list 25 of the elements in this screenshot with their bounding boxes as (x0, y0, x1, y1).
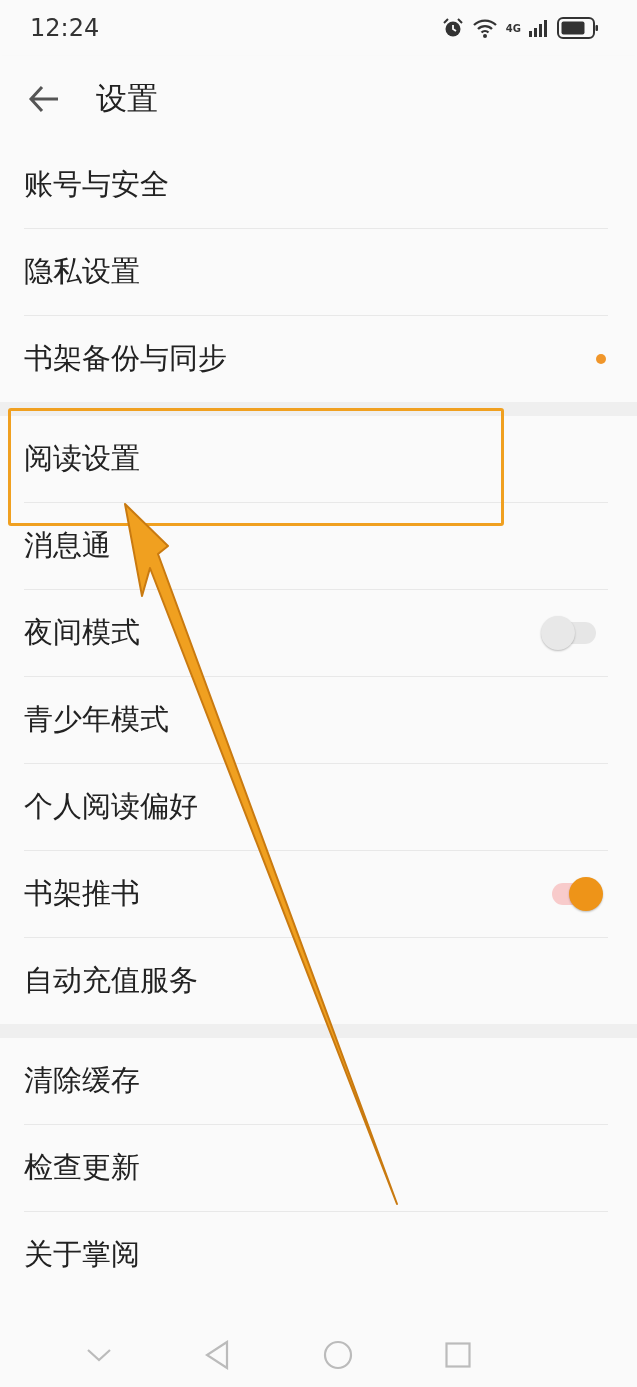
signal-icon (529, 19, 549, 37)
settings-item[interactable]: 书架推书 (24, 874, 140, 914)
settings-item[interactable]: 隐私设置 (24, 252, 140, 292)
chevron-down-icon[interactable] (86, 1348, 113, 1362)
settings-item[interactable]: 关于掌阅 (24, 1235, 140, 1275)
wifi-icon (471, 18, 498, 38)
settings-item[interactable]: 书架备份与同步 (24, 339, 227, 379)
back-arrow-icon[interactable] (28, 85, 60, 113)
recents-icon[interactable] (444, 1342, 471, 1368)
settings-item[interactable]: 自动充值服务 (24, 961, 198, 1001)
settings-item[interactable]: 夜间模式 (24, 613, 140, 653)
settings-item[interactable]: 清除缓存 (24, 1061, 140, 1101)
back-icon[interactable] (204, 1340, 231, 1370)
status-time: 12:24 (30, 14, 100, 42)
network-type: 4G (505, 22, 521, 34)
settings-item[interactable]: 账号与安全 (24, 165, 169, 205)
alarm-icon (441, 17, 464, 39)
page-title: 设置 (96, 79, 158, 118)
settings-item[interactable]: 检查更新 (24, 1148, 140, 1188)
home-icon[interactable] (322, 1340, 353, 1370)
settings-item[interactable]: 消息通 (24, 526, 111, 566)
settings-item[interactable]: 个人阅读偏好 (24, 787, 198, 827)
settings-item[interactable]: 青少年模式 (24, 700, 169, 740)
battery-icon (557, 17, 599, 39)
settings-item[interactable]: 阅读设置 (24, 439, 140, 479)
